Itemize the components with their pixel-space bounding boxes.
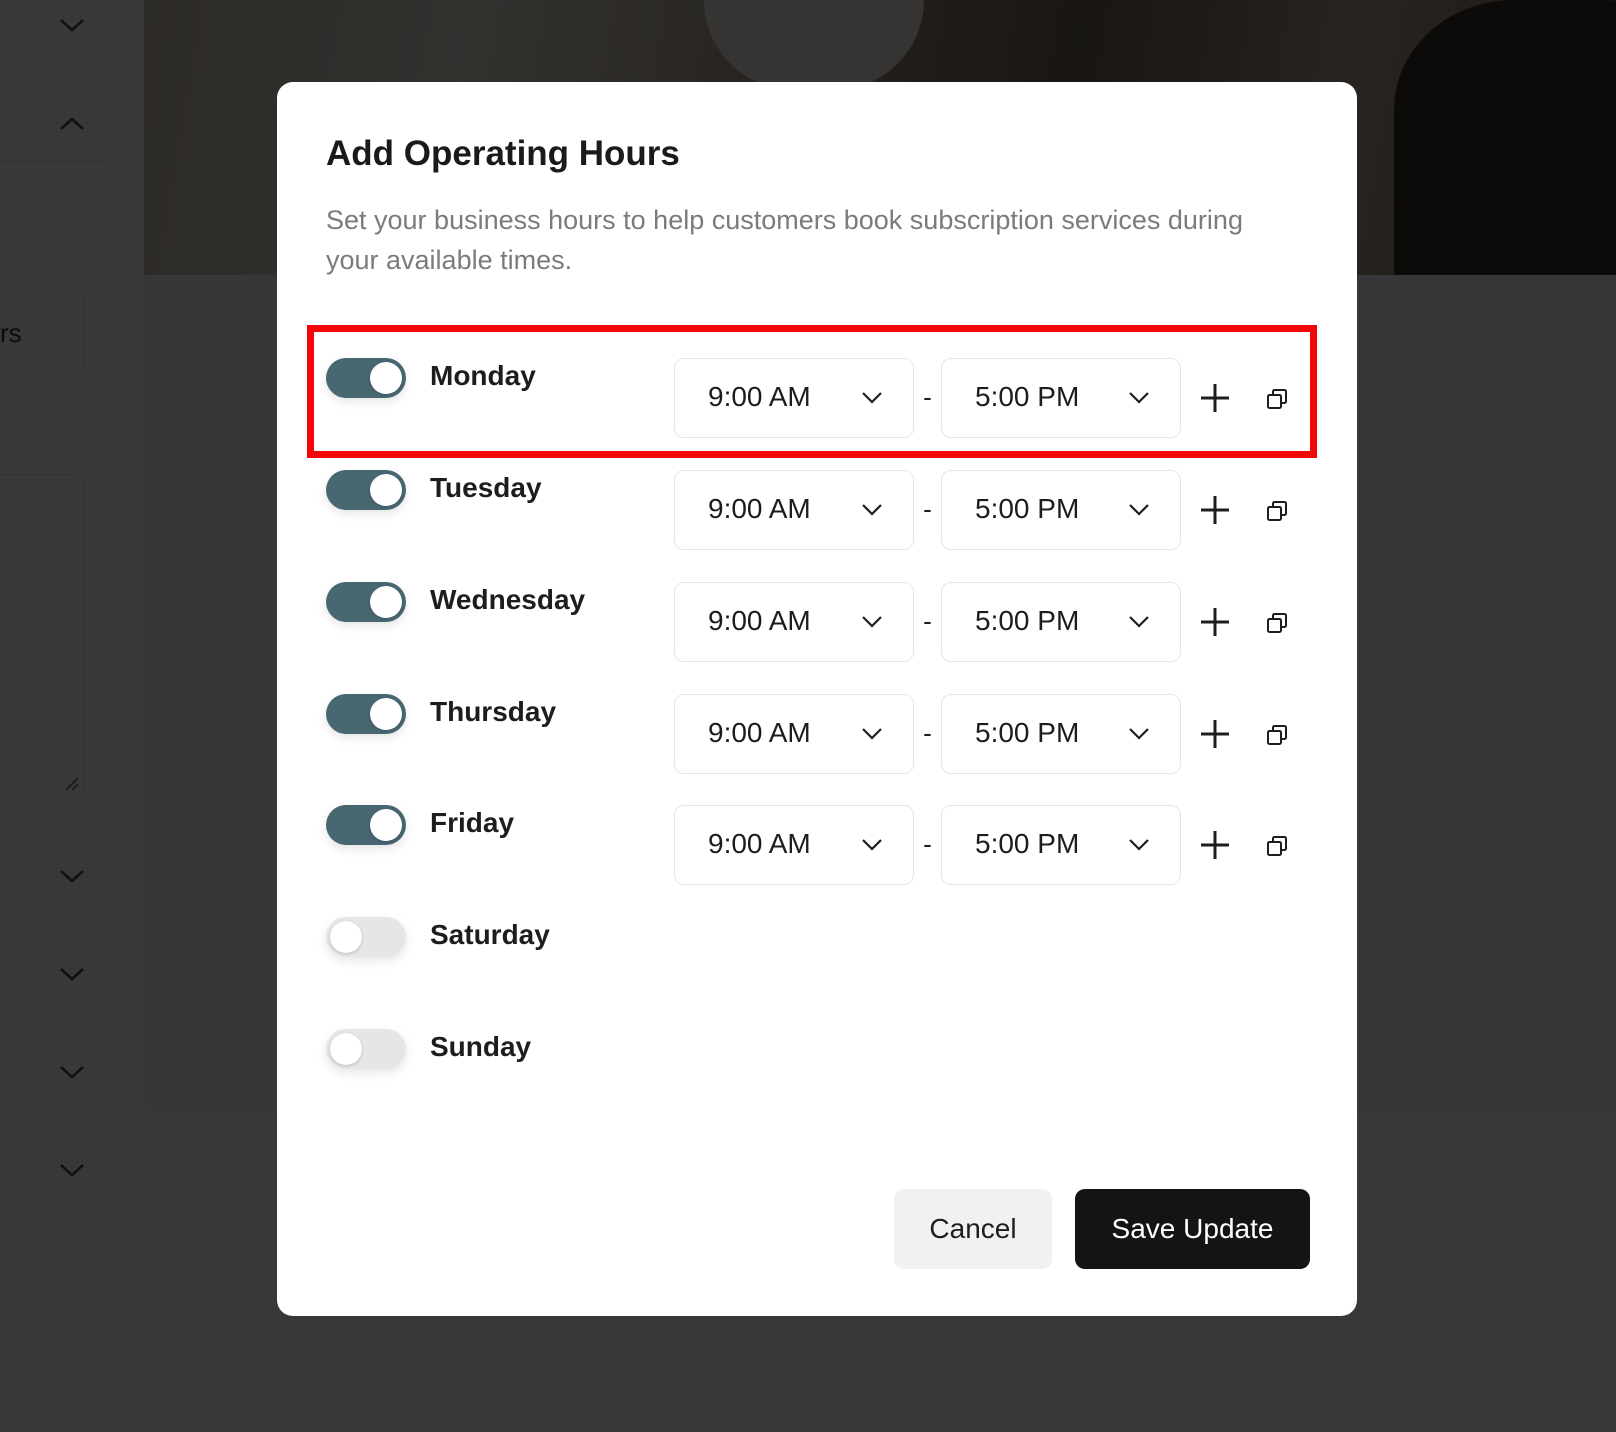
toggle-knob (330, 1033, 362, 1065)
chevron-down-icon (861, 727, 883, 741)
time-separator: - (923, 829, 932, 859)
copy-icon[interactable] (1265, 723, 1289, 747)
chevron-down-icon (1128, 838, 1150, 852)
end-time-value: 5:00 PM (975, 828, 1080, 859)
day-toggle[interactable] (326, 917, 406, 957)
start-time-value: 9:00 AM (708, 828, 811, 859)
save-update-button[interactable]: Save Update (1075, 1189, 1310, 1269)
start-time-value: 9:00 AM (708, 605, 811, 636)
toggle-knob (370, 586, 402, 618)
end-time-value: 5:00 PM (975, 605, 1080, 636)
chevron-down-icon (1128, 615, 1150, 629)
chevron-down-icon (1128, 727, 1150, 741)
plus-icon[interactable] (1197, 604, 1233, 640)
day-row-tuesday: Tuesday 9:00 AM - 5:00 PM (277, 470, 1357, 550)
day-row-saturday: Saturday (277, 917, 1357, 997)
day-row-sunday: Sunday (277, 1029, 1357, 1109)
time-separator: - (923, 606, 932, 636)
start-time-select[interactable]: 9:00 AM (674, 470, 914, 550)
time-separator: - (923, 718, 932, 748)
end-time-select[interactable]: 5:00 PM (941, 694, 1181, 774)
plus-icon[interactable] (1197, 827, 1233, 863)
copy-icon[interactable] (1265, 834, 1289, 858)
toggle-knob (370, 809, 402, 841)
chevron-down-icon (1128, 503, 1150, 517)
day-label: Saturday (430, 919, 550, 950)
toggle-knob (330, 921, 362, 953)
end-time-select[interactable]: 5:00 PM (941, 805, 1181, 885)
start-time-select[interactable]: 9:00 AM (674, 582, 914, 662)
end-time-value: 5:00 PM (975, 717, 1080, 748)
end-time-select[interactable]: 5:00 PM (941, 582, 1181, 662)
plus-icon[interactable] (1197, 492, 1233, 528)
day-row-friday: Friday 9:00 AM - 5:00 PM (277, 805, 1357, 885)
end-time-value: 5:00 PM (975, 493, 1080, 524)
toggle-knob (370, 474, 402, 506)
day-row-wednesday: Wednesday 9:00 AM - 5:00 PM (277, 582, 1357, 662)
start-time-value: 9:00 AM (708, 493, 811, 524)
copy-icon[interactable] (1265, 499, 1289, 523)
chevron-down-icon (861, 503, 883, 517)
chevron-down-icon (861, 838, 883, 852)
day-label: Wednesday (430, 584, 586, 615)
day-toggle[interactable] (326, 1029, 406, 1069)
copy-icon[interactable] (1265, 611, 1289, 635)
cancel-button[interactable]: Cancel (894, 1189, 1052, 1269)
highlight-box (307, 325, 1317, 458)
modal-title: Add Operating Hours (326, 134, 680, 173)
chevron-down-icon (861, 615, 883, 629)
day-toggle[interactable] (326, 694, 406, 734)
day-toggle[interactable] (326, 470, 406, 510)
day-toggle[interactable] (326, 805, 406, 845)
start-time-value: 9:00 AM (708, 717, 811, 748)
day-label: Sunday (430, 1031, 532, 1062)
end-time-select[interactable]: 5:00 PM (941, 470, 1181, 550)
plus-icon[interactable] (1197, 716, 1233, 752)
toggle-knob (370, 698, 402, 730)
start-time-select[interactable]: 9:00 AM (674, 694, 914, 774)
modal-description: Set your business hours to help customer… (326, 205, 1243, 275)
time-separator: - (923, 494, 932, 524)
start-time-select[interactable]: 9:00 AM (674, 805, 914, 885)
day-label: Friday (430, 807, 515, 838)
day-toggle[interactable] (326, 582, 406, 622)
day-row-thursday: Thursday 9:00 AM - 5:00 PM (277, 694, 1357, 774)
day-label: Tuesday (430, 472, 542, 503)
day-label: Thursday (430, 696, 557, 727)
operating-hours-modal: Add Operating Hours Set your business ho… (277, 82, 1357, 1316)
